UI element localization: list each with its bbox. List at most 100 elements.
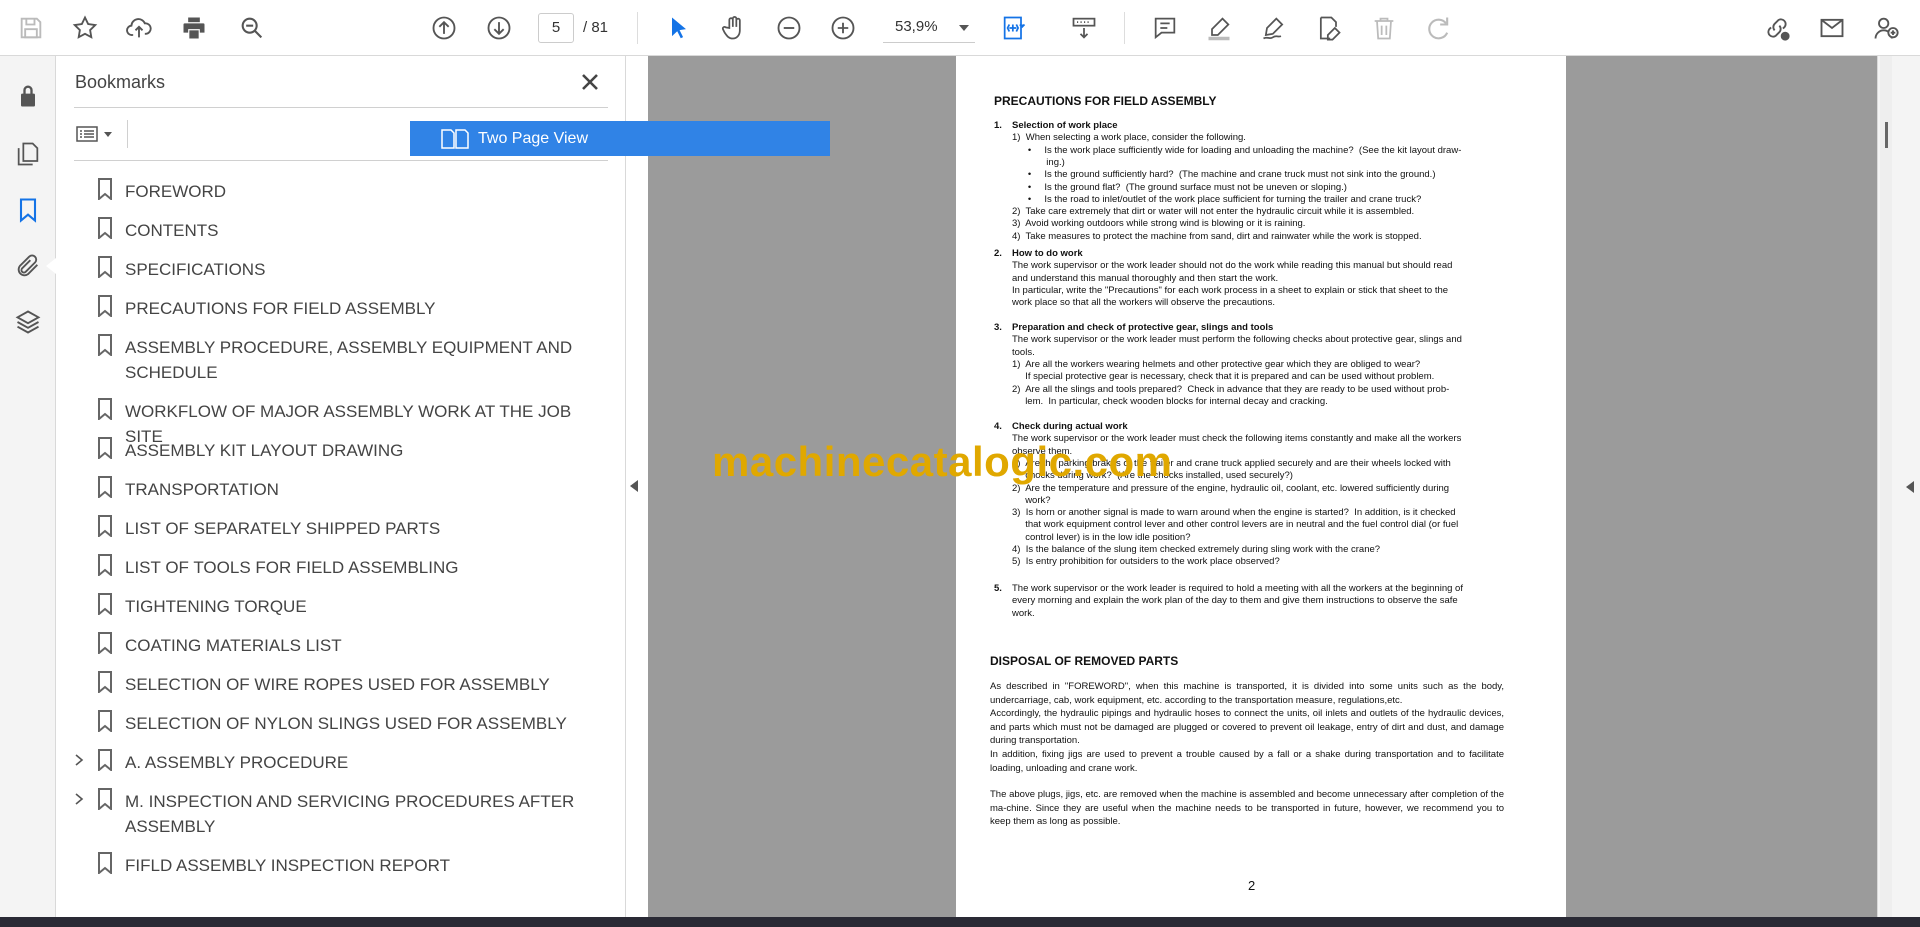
zoom-select[interactable]: 53,9% [883,13,975,43]
bookmark-label: SPECIFICATIONS [125,260,266,279]
draw-signature-icon[interactable] [1256,10,1292,46]
document-paragraph: The above plugs, jigs, etc. are removed … [990,789,1504,828]
next-page-icon[interactable] [481,10,517,46]
hand-tool-icon[interactable] [716,10,752,46]
page-display-icon[interactable] [996,10,1032,46]
toolbar-divider [1124,12,1125,44]
bookmark-icon [98,476,112,498]
zoom-in-icon[interactable] [825,10,861,46]
bookmark-icon [98,749,112,771]
bookmark-icon [98,710,112,732]
share-link-icon[interactable] [1759,10,1795,46]
bookmark-icon [98,788,112,810]
section-line: The work supervisor or the work leader s… [1012,260,1453,272]
bookmark-label: SELECTION OF WIRE ROPES USED FOR ASSEMBL… [125,675,550,694]
bookmark-label: PRECAUTIONS FOR FIELD ASSEMBLY [125,299,436,318]
section-line: • Is the ground flat? (The ground surfac… [1012,181,1347,193]
previous-page-icon[interactable] [426,10,462,46]
bookmark-label: CONTENTS [125,221,219,240]
section-line: If special protective gear is necessary,… [1012,371,1435,383]
section-title: Selection of work place [1012,120,1118,131]
zoom-out-icon[interactable] [771,10,807,46]
current-page-input[interactable]: 5 [538,13,574,43]
section-line: • Is the ground sufficiently hard? (The … [1012,169,1436,181]
section-number: 5. [994,583,1002,594]
bookmark-icon[interactable] [10,192,46,228]
redo-icon[interactable] [1421,10,1457,46]
chevron-down-icon [104,131,112,137]
bookmark-label: COATING MATERIALS LIST [125,636,342,655]
page-thumbnails-icon[interactable] [10,136,46,172]
highlight-pen-icon[interactable] [1201,10,1237,46]
document-paragraph: Accordingly, the hydraulic pipings and h… [990,708,1504,747]
section-line: 2) Are all the slings and tools prepared… [1012,383,1450,395]
expand-right-pane-arrow-icon[interactable] [1906,481,1914,493]
chevron-right-icon[interactable] [72,753,86,767]
lock-icon[interactable] [10,78,46,114]
divider [74,107,608,108]
bookmark-label: SELECTION OF NYLON SLINGS USED FOR ASSEM… [125,714,567,733]
delete-icon[interactable] [1366,10,1402,46]
bookmark-icon [98,178,112,200]
bookmarks-panel: Bookmarks FOREWORD CONTENTS SPECIFICATIONS… [56,56,626,917]
section-line: and understand this manual thoroughly an… [1012,272,1279,284]
scrollbar-thumb[interactable] [1885,122,1888,148]
document-heading: PRECAUTIONS FOR FIELD ASSEMBLY [994,94,1217,108]
bookmark-label: M. INSPECTION AND SERVICING PROCEDURES A… [125,792,575,836]
scroll-mode-icon[interactable] [1066,10,1102,46]
section-number: 1. [994,120,1002,131]
taskbar-strip [0,917,1920,927]
section-title: Check during actual work [1012,421,1128,432]
document-heading-2: DISPOSAL OF REMOVED PARTS [990,654,1179,668]
bookmark-options-button[interactable] [74,118,120,150]
comment-icon[interactable] [1147,10,1183,46]
bookmark-label: FOREWORD [125,182,227,201]
bookmark-label: LIST OF SEPARATELY SHIPPED PARTS [125,519,441,538]
star-icon[interactable] [67,10,103,46]
bookmark-icon [98,437,112,459]
attachment-icon[interactable] [10,248,46,284]
pdf-page: PRECAUTIONS FOR FIELD ASSEMBLY DISPOSAL … [956,56,1566,917]
print-icon[interactable] [176,10,212,46]
bookmark-icon [98,852,112,874]
edit-document-icon[interactable] [1311,10,1347,46]
save-icon[interactable] [13,10,49,46]
select-cursor-icon[interactable] [661,10,697,46]
chevron-down-icon [959,25,969,31]
left-navigation-rail [0,56,56,917]
section-line: work. [1012,607,1035,619]
tooltip-label: Two Page View [478,129,588,147]
bookmark-label: TIGHTENING TORQUE [125,597,307,616]
two-page-view-tooltip: Two Page View [410,121,830,156]
section-line: In particular, write the "Precautions" f… [1012,284,1449,296]
chevron-right-icon[interactable] [72,792,86,806]
page-total: / 81 [583,19,609,36]
bookmark-icon [98,256,112,278]
zoom-value: 53,9% [895,18,938,35]
cloud-upload-icon[interactable] [121,10,157,46]
section-line: lem. In particular, check wooden blocks … [1012,395,1328,407]
section-line: that work equipment control lever and ot… [1012,519,1459,531]
section-line: 3) Is horn or another signal is made to … [1012,507,1456,519]
section-line: 5) Is entry prohibition for outsiders to… [1012,556,1280,568]
document-viewport[interactable]: PRECAUTIONS FOR FIELD ASSEMBLY DISPOSAL … [648,56,1877,917]
section-title: Preparation and check of protective gear… [1012,322,1274,333]
email-icon[interactable] [1814,10,1850,46]
collapse-panel-arrow-icon[interactable] [630,480,638,492]
section-title: How to do work [1012,248,1083,259]
layers-icon[interactable] [10,304,46,340]
bookmark-icon [98,295,112,317]
close-icon[interactable] [576,68,604,96]
watermark: machinecatalogic.com [712,438,1173,485]
add-user-icon[interactable] [1868,10,1904,46]
section-number: 4. [994,421,1002,432]
section-line: 3) Avoid working outdoors while strong w… [1012,218,1306,230]
bookmark-icon [98,632,112,654]
bookmark-icon [98,398,112,420]
search-icon[interactable] [234,10,270,46]
scrollbar[interactable] [1880,56,1892,917]
section-line: 1) When selecting a work place, consider… [1012,132,1246,144]
document-paragraph: In addition, fixing jigs are used to pre… [990,749,1504,774]
top-toolbar: 5 / 81 53,9% [0,0,1920,56]
section-line: 4) Take measures to protect the machine … [1012,230,1422,242]
